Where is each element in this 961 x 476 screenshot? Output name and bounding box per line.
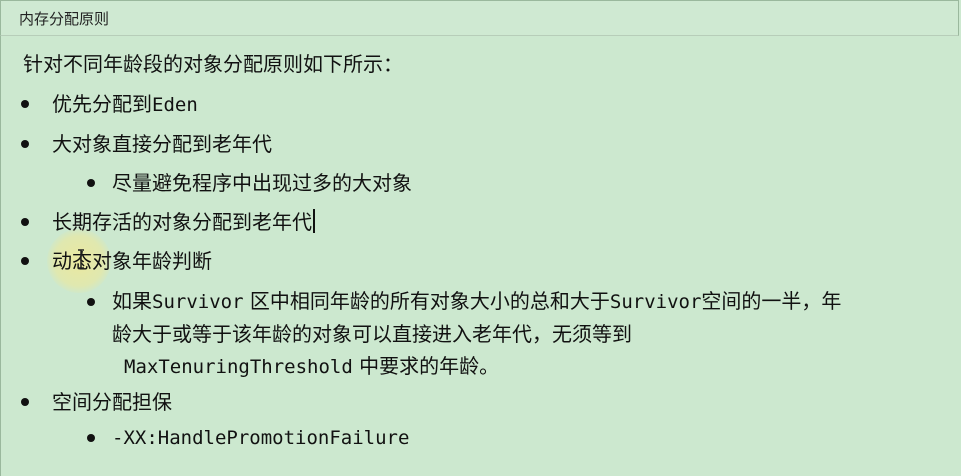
list-item-eden-en: Eden: [152, 94, 198, 116]
survivor-rule-line-3: MaxTenuringThreshold 中要求的年龄。: [112, 350, 841, 383]
survivor-rule-text: 空间的一半，年: [701, 289, 842, 313]
list-item-large-objects: 大对象直接分配到老年代: [52, 132, 272, 156]
section-title: 内存分配原则: [19, 10, 110, 28]
text-cursor: [313, 209, 315, 233]
survivor-keyword: Survivor: [152, 291, 244, 313]
survivor-rule-text: 中要求的年龄。: [352, 354, 500, 378]
survivor-rule-text: 区中相同年龄的所有对象大小的总和大于: [243, 289, 610, 313]
survivor-rule-text: 如果: [112, 289, 152, 313]
list-item-eden: 优先分配到Eden: [52, 91, 198, 118]
bullet-dot: [21, 218, 29, 226]
list-item-dynamic-age: 动态对象年龄判断: [52, 249, 212, 273]
max-tenuring-threshold-code: MaxTenuringThreshold: [124, 356, 353, 378]
list-item-eden-cn: 优先分配到: [52, 92, 152, 116]
sub-item-survivor-rule: 如果Survivor 区中相同年龄的所有对象大小的总和大于Survivor空间的…: [112, 285, 841, 383]
document-body: 针对不同年龄段的对象分配原则如下所示： 优先分配到Eden 大对象直接分配到老年…: [0, 36, 961, 476]
bullet-dot: [21, 100, 29, 108]
bullet-dot: [21, 257, 29, 265]
sub-item-avoid-large-objects: 尽量避免程序中出现过多的大对象: [112, 171, 412, 195]
bullet-dot: [21, 140, 29, 148]
list-item-space-guarantee: 空间分配担保: [52, 390, 172, 414]
survivor-rule-line-2: 龄大于或等于该年龄的对象可以直接进入老年代，无须等到: [112, 322, 632, 346]
ibeam-cursor-icon: [78, 249, 84, 269]
sub-bullet-dot: [87, 434, 95, 442]
survivor-keyword: Survivor: [609, 291, 702, 313]
survivor-rule-line-1: 如果Survivor 区中相同年龄的所有对象大小的总和大于Survivor空间的…: [112, 285, 841, 318]
sub-item-handle-promotion-failure: -XX:HandlePromotionFailure: [112, 427, 410, 449]
intro-text: 针对不同年龄段的对象分配原则如下所示：: [23, 52, 403, 76]
section-title-bar: 内存分配原则: [0, 0, 959, 36]
sub-bullet-dot: [87, 179, 95, 187]
bullet-dot: [21, 398, 29, 406]
sub-bullet-dot: [87, 298, 95, 306]
